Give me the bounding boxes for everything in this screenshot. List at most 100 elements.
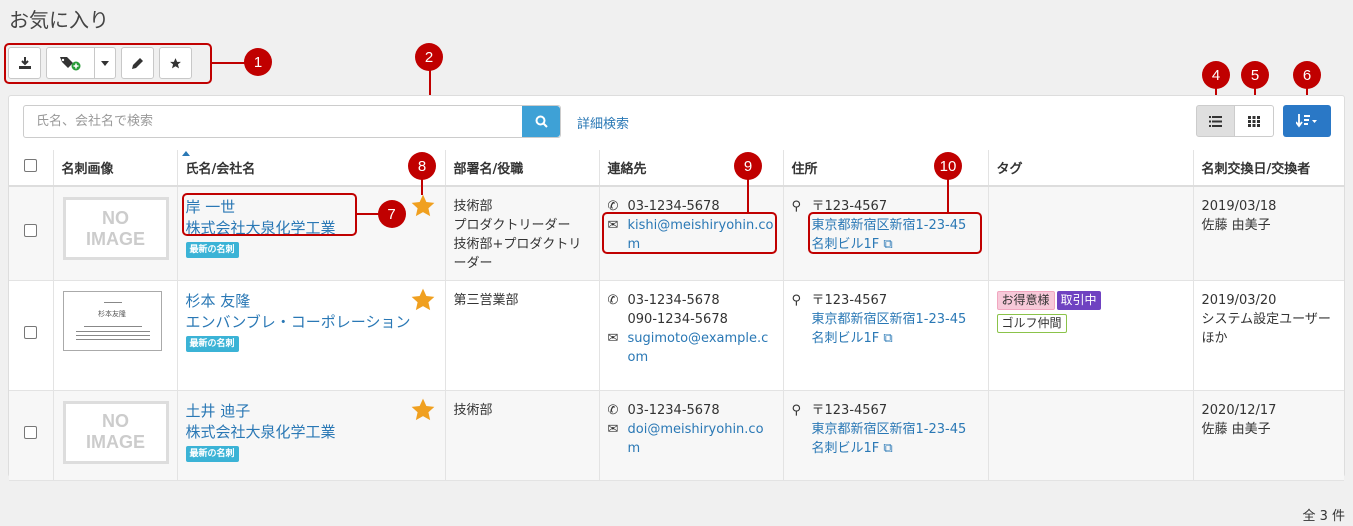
person-name-link[interactable]: 土井 迪子 [186,401,437,422]
phone-text: 03-1234-5678 [627,292,720,308]
annotation-marker-4: 4 [1202,61,1230,89]
sort-asc-icon [181,151,190,156]
header-exchange[interactable]: 名刺交換日/交換者 [1193,150,1344,187]
external-link-icon: ⧉ [883,440,893,456]
latest-card-badge: 最新の名刺 [185,335,239,352]
business-card-thumbnail[interactable]: 杉本友隆 [62,290,162,351]
phone-icon: ✆ [607,292,619,308]
contact-cell: ✆ 03-1234-5678 ✉ doi@meishiryohin.com [599,390,784,480]
header-name-label: 氏名/会社名 [185,162,256,177]
name-cell: 土井 迪子 株式会社大泉化学工業 最新の名刺 [177,390,446,480]
latest-card-badge: 最新の名刺 [185,445,239,462]
total-count: 全 3 件 [1302,509,1345,524]
exchanger-name: 佐藤 由美子 [1201,421,1271,437]
table-row[interactable]: NO IMAGE 土井 迪子 株式会社大泉化学工業 最新の名刺 技術部 ✆ 03-1… [9,390,1344,480]
table-row[interactable]: NO IMAGE 岸 一世 株式会社大泉化学工業 最新の名刺 7 技術部 プロダク… [9,186,1344,280]
row-checkbox[interactable] [24,325,37,339]
sort-button[interactable] [1283,105,1331,137]
annotation-connector [421,179,423,195]
row-select-cell [9,186,54,280]
exchange-date: 2020/12/17 [1201,402,1277,418]
dept-cell: 第三営業部 [445,280,600,390]
annotation-connector [747,179,749,212]
person-name-link[interactable]: 杉本 友隆 [186,291,437,312]
grid-view-button[interactable] [1235,105,1274,137]
email-link[interactable]: sugimoto@example.com [628,329,775,367]
annotation-connector [212,62,246,64]
external-link-icon: ⧉ [883,330,893,346]
grid-icon [1248,115,1260,127]
row-checkbox[interactable] [24,425,37,439]
search-button[interactable] [522,106,560,137]
exchange-cell: 2019/03/20 システム設定ユーザーほか [1193,280,1344,390]
header-image: 名刺画像 [53,150,178,187]
row-checkbox[interactable] [24,223,37,237]
address-cell: ⚲ 〒123-4567 東京都新宿区新宿1-23-45 名刺ビル1F ⧉ [783,186,989,280]
list-icon [1209,115,1222,127]
dept-line: 第三営業部 [453,292,519,308]
address-link[interactable]: 東京都新宿区新宿1-23-45 名刺ビル1F ⧉ [792,420,980,458]
dept-line: ーダー [453,256,493,271]
search-input[interactable] [24,106,522,137]
tags-cell [988,390,1194,480]
tag-badge[interactable]: 取引中 [1056,290,1101,310]
no-image-text: NO [101,207,129,228]
annotation-connector [947,179,949,212]
tag-badge[interactable]: ゴルフ仲間 [996,313,1067,333]
exchanger-name: 佐藤 由美子 [1201,218,1271,233]
dept-cell: 技術部 [445,390,600,480]
company-name-link[interactable]: 株式会社大泉化学工業 [186,422,437,443]
no-image-placeholder[interactable]: NO IMAGE [62,400,169,464]
card-image-cell: 杉本友隆 [53,280,178,390]
select-all-cell [9,150,54,187]
annotation-marker-8: 8 [408,152,436,180]
annotation-marker-6: 6 [1293,61,1321,89]
annotation-connector [356,213,379,215]
name-cell: 杉本 友隆 エンバンブレ・コーポレーション 最新の名刺 [177,280,446,390]
annotation-marker-5: 5 [1241,61,1269,89]
table-row[interactable]: 杉本友隆 杉本 友隆 エンバンブレ・コーポレーション 最新の名刺 第三営業部 ✆… [9,280,1344,390]
row-select-cell [9,390,54,480]
exchange-cell: 2019/03/18 佐藤 由美子 [1193,186,1344,280]
tags-cell: お得意様 取引中 ゴルフ仲間 [988,280,1194,390]
card-image-cell: NO IMAGE [53,390,178,480]
table-header-row: 名刺画像 氏名/会社名 部署名/役職 連絡先 住所 タグ 名刺交換日/交換者 [9,150,1344,187]
exchanger-name: システム設定ユーザーほか [1201,311,1331,346]
favorite-star-icon[interactable] [410,193,436,219]
header-tags: タグ [988,150,1194,187]
page-title: お気に入り [9,8,109,32]
company-name-link[interactable]: エンバンブレ・コーポレーション [186,312,437,333]
advanced-search-link[interactable]: 詳細検索 [577,113,629,132]
postal-code: 〒123-4567 [811,292,888,308]
postal-code: 〒123-4567 [811,402,888,418]
card-image-cell: NO IMAGE [53,186,178,280]
address-link[interactable]: 東京都新宿区新宿1-23-45 名刺ビル1F ⧉ [792,310,980,348]
tags-cell [988,186,1194,280]
no-image-text: IMAGE [85,228,145,249]
favorite-star-icon[interactable] [410,287,436,313]
map-marker-icon: ⚲ [791,402,802,418]
phone-icon: ✆ [607,402,619,418]
contact-cell: ✆ 03-1234-5678 090-1234-5678 ✉ sugimoto@exa… [599,280,784,390]
no-image-placeholder[interactable]: NO IMAGE [62,197,169,260]
tag-badge[interactable]: お得意様 [996,290,1055,310]
dept-cell: 技術部 プロダクトリーダー 技術部+プロダクトリ ーダー [445,186,600,280]
no-image-text: NO [101,411,129,431]
row-select-cell [9,280,54,390]
view-toggle [1196,105,1274,137]
select-all-checkbox[interactable] [24,159,37,172]
phone-text: 03-1234-5678 [627,402,720,418]
card-table: 名刺画像 氏名/会社名 部署名/役職 連絡先 住所 タグ 名刺交換日/交換者 N… [9,150,1344,481]
annotation-marker-9: 9 [734,152,762,180]
no-image-text: IMAGE [85,432,145,452]
dept-line: プロダクトリーダー [453,218,571,233]
header-name[interactable]: 氏名/会社名 [177,150,446,187]
header-dept[interactable]: 部署名/役職 [445,150,600,187]
email-link[interactable]: doi@meishiryohin.com [628,420,775,458]
exchange-cell: 2020/12/17 佐藤 由美子 [1193,390,1344,480]
sort-icon [1296,114,1317,128]
favorite-star-icon[interactable] [410,397,436,423]
list-view-button[interactable] [1196,105,1235,137]
dept-line: 技術部 [453,199,493,214]
annotation-box-name [181,193,357,236]
